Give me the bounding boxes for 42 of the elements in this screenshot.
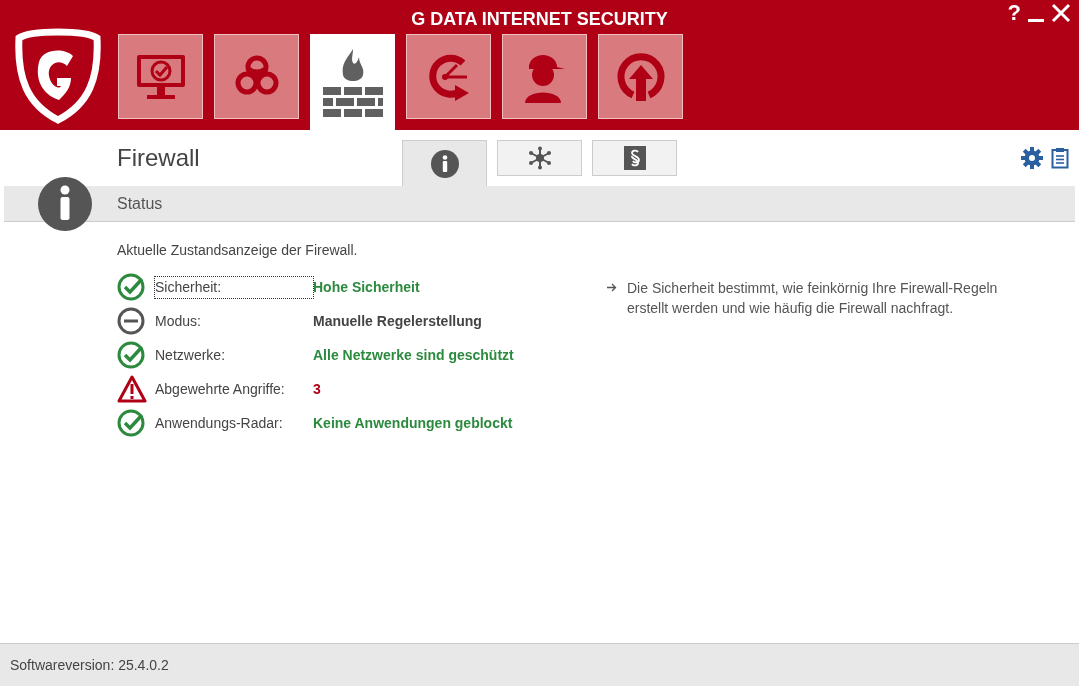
sub-tab[interactable] bbox=[497, 140, 582, 176]
page-title: Firewall bbox=[117, 143, 201, 173]
info-icon bbox=[38, 177, 92, 231]
status-value: Hohe Sicherheit bbox=[313, 277, 420, 297]
minus-circle-icon bbox=[117, 307, 145, 335]
status-label[interactable]: Modus: bbox=[155, 310, 313, 332]
check-circle-icon bbox=[117, 409, 145, 437]
warning-icon bbox=[117, 375, 147, 403]
upload-arrow-icon bbox=[614, 50, 667, 103]
clipboard-icon[interactable] bbox=[1051, 147, 1069, 169]
section-title: Status bbox=[117, 193, 163, 214]
status-value: 3 bbox=[313, 379, 321, 399]
check-circle-icon bbox=[117, 273, 145, 301]
status-value: Manuelle Regelerstellung bbox=[313, 311, 482, 331]
help-button[interactable]: ? bbox=[1007, 2, 1021, 24]
close-icon[interactable] bbox=[1051, 3, 1071, 23]
nav-tile[interactable] bbox=[598, 34, 683, 119]
status-label[interactable]: Sicherheit: bbox=[155, 276, 313, 298]
window-title: G DATA INTERNET SECURITY bbox=[411, 8, 668, 31]
status-value: Keine Anwendungen geblockt bbox=[313, 413, 513, 433]
nav-tile[interactable] bbox=[502, 34, 587, 119]
arrow-icon bbox=[607, 283, 617, 292]
sub-tab[interactable] bbox=[402, 140, 487, 186]
info-icon bbox=[430, 149, 459, 178]
nav-tile[interactable] bbox=[214, 34, 299, 119]
nav-tile[interactable] bbox=[310, 34, 395, 130]
status-label[interactable]: Abgewehrte Angriffe: bbox=[155, 378, 313, 400]
settings-icon[interactable] bbox=[1021, 147, 1043, 169]
status-label[interactable]: Anwendungs-Radar: bbox=[155, 412, 313, 434]
nav-tile[interactable] bbox=[406, 34, 491, 119]
hint-text: Die Sicherheit bestimmt, wie feinkörnig Ihre Firewall-Regeln erstellt werden und wie häufig die Firewall nachfragt. bbox=[627, 279, 999, 318]
status-label[interactable]: Netzwerke: bbox=[155, 344, 313, 366]
status-value: Alle Netzwerke sind geschützt bbox=[313, 345, 514, 365]
network-nodes-icon bbox=[527, 146, 552, 170]
check-circle-icon bbox=[117, 341, 145, 369]
sub-tab[interactable] bbox=[592, 140, 677, 176]
nav-tile[interactable] bbox=[118, 34, 203, 119]
section-sign-icon bbox=[623, 146, 646, 170]
software-version: Softwareversion: 25.4.0.2 bbox=[10, 655, 169, 675]
section-description: Aktuelle Zustandsanzeige der Firewall. bbox=[117, 241, 359, 260]
monitor-check-icon bbox=[134, 52, 187, 101]
burning-wall-icon bbox=[320, 47, 385, 117]
